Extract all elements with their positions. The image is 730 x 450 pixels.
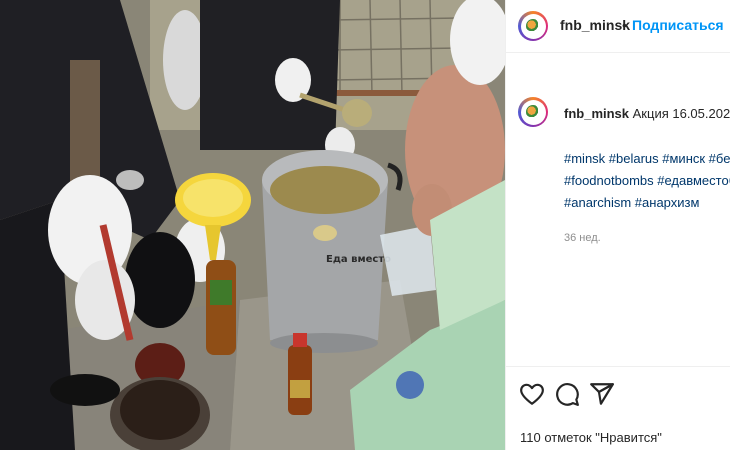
likes-count[interactable]: 110 отметок "Нравится"	[520, 430, 662, 445]
header-username[interactable]: fnb_minsk	[560, 17, 630, 33]
comment-icon[interactable]	[554, 381, 580, 407]
caption-line: fnb_minsk Акция 16.05.2020	[564, 106, 730, 121]
hashtag-line[interactable]: #foodnotbombs #едавместобом	[564, 173, 730, 188]
caption-text: Акция 16.05.2020	[632, 106, 730, 121]
post-age: 36 нед.	[564, 232, 601, 244]
hashtag-list: #minsk #belarus #минск #белар #foodnotbo…	[564, 148, 730, 214]
photo-scene: Еда вместо	[0, 0, 505, 450]
hashtag-line[interactable]: #minsk #belarus #минск #белар	[564, 151, 730, 166]
hashtag-line[interactable]: #anarchism #анархизм	[564, 195, 699, 210]
separator-dot: •	[622, 17, 627, 33]
profile-avatar[interactable]	[518, 11, 548, 41]
pot-label: Еда вместо	[326, 254, 391, 265]
carrot-logo-icon	[526, 19, 540, 33]
action-bar: 110 отметок "Нравится"	[506, 366, 730, 450]
carrot-logo-icon	[526, 105, 540, 119]
post-side-panel: fnb_minsk • Подписаться fnb_minsk Акция …	[505, 0, 730, 450]
caption-avatar[interactable]	[518, 97, 548, 127]
post-header: fnb_minsk • Подписаться	[506, 0, 730, 53]
heart-icon[interactable]	[519, 381, 545, 407]
post-photo[interactable]: Еда вместо	[0, 0, 505, 450]
follow-button[interactable]: Подписаться	[632, 17, 724, 33]
caption-username[interactable]: fnb_minsk	[564, 106, 629, 121]
share-icon[interactable]	[589, 381, 615, 407]
